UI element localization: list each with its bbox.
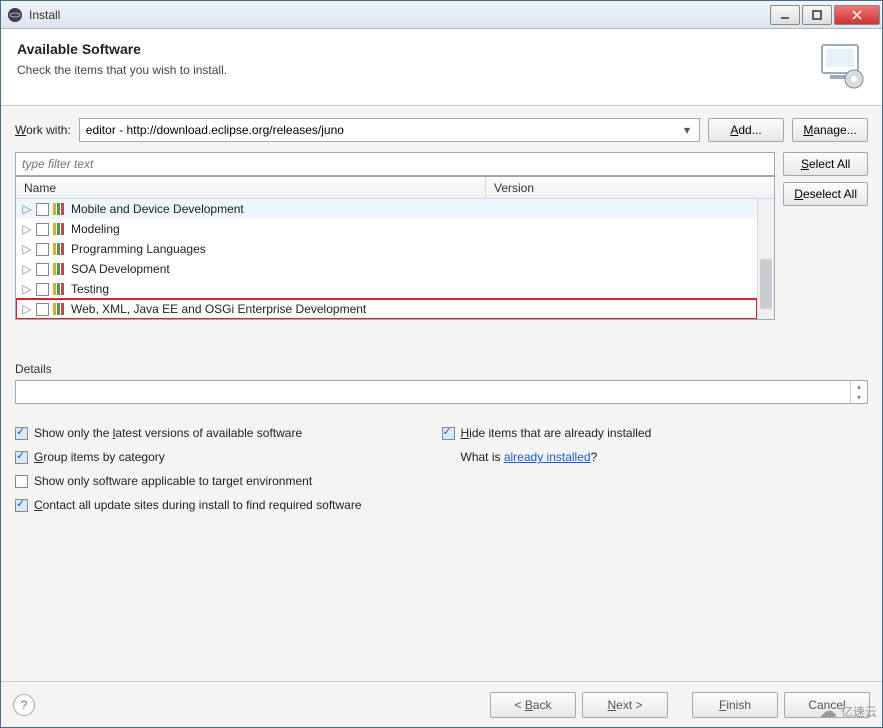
column-version[interactable]: Version <box>486 181 774 195</box>
work-with-combo[interactable]: ▾ <box>79 118 700 142</box>
what-is-label: What is already installed? <box>461 450 598 464</box>
page-subtitle: Check the items that you wish to install… <box>17 63 816 77</box>
item-checkbox[interactable] <box>36 203 49 216</box>
expand-icon[interactable]: ▷ <box>22 304 32 314</box>
expand-icon[interactable]: ▷ <box>22 224 32 234</box>
minimize-button[interactable] <box>770 5 800 25</box>
group-label: Group items by category <box>34 450 165 464</box>
item-checkbox[interactable] <box>36 303 49 316</box>
add-button[interactable]: Add... <box>708 118 784 142</box>
watermark: ☁亿速云 <box>819 701 877 722</box>
applicable-checkbox[interactable] <box>15 475 28 488</box>
details-box[interactable]: ▴▾ <box>15 380 868 404</box>
group-checkbox[interactable] <box>15 451 28 464</box>
work-with-label: Work with: <box>15 123 71 137</box>
software-tree[interactable]: Name Version ▷ Mobile and Device Developm… <box>15 176 775 320</box>
deselect-all-button[interactable]: Deselect All <box>783 182 868 206</box>
hide-label: Hide items that are already installed <box>461 426 652 440</box>
item-label: Testing <box>71 282 109 296</box>
help-button[interactable]: ? <box>13 694 35 716</box>
back-button[interactable]: < Back <box>490 692 576 718</box>
already-installed-link[interactable]: already installed <box>504 450 591 464</box>
eclipse-icon <box>7 7 23 23</box>
tree-body[interactable]: ▷Mobile and Device Development▷Modeling▷… <box>16 199 757 319</box>
page-title: Available Software <box>17 41 816 57</box>
window-title: Install <box>29 8 770 22</box>
applicable-label: Show only software applicable to target … <box>34 474 312 488</box>
item-label: Modeling <box>71 222 120 236</box>
vertical-scrollbar[interactable] <box>757 199 774 319</box>
manage-button[interactable]: Manage... <box>792 118 868 142</box>
tree-item[interactable]: ▷ Modeling <box>16 219 757 239</box>
scrollbar-thumb[interactable] <box>760 259 772 309</box>
dropdown-arrow-icon[interactable]: ▾ <box>679 123 695 137</box>
tree-item[interactable]: ▷ Mobile and Device Development <box>16 199 757 219</box>
tree-item[interactable]: ▷ Testing <box>16 279 757 299</box>
select-all-button[interactable]: Select All <box>783 152 868 176</box>
contact-checkbox[interactable] <box>15 499 28 512</box>
item-checkbox[interactable] <box>36 223 49 236</box>
category-icon <box>53 283 67 295</box>
item-label: Web, XML, Java EE and OSGi Enterprise De… <box>71 302 366 316</box>
latest-checkbox[interactable] <box>15 427 28 440</box>
expand-icon[interactable]: ▷ <box>22 264 32 274</box>
item-checkbox[interactable] <box>36 263 49 276</box>
install-image-icon <box>816 41 866 91</box>
spin-up-icon[interactable]: ▴ <box>851 381 867 392</box>
spin-down-icon[interactable]: ▾ <box>851 392 867 403</box>
tree-item[interactable]: ▷ Programming Languages <box>16 239 757 259</box>
titlebar[interactable]: Install <box>1 1 882 29</box>
category-icon <box>53 263 67 275</box>
hide-checkbox[interactable] <box>442 427 455 440</box>
tree-item[interactable]: ▷ SOA Development <box>16 259 757 279</box>
contact-label: Contact all update sites during install … <box>34 498 362 512</box>
tree-item[interactable]: ▷ Web, XML, Java EE and OSGi Enterprise D… <box>16 299 757 319</box>
button-bar: ? < Back Next > Finish Cancel <box>1 681 882 727</box>
expand-icon[interactable]: ▷ <box>22 244 32 254</box>
category-icon <box>53 303 67 315</box>
expand-icon[interactable]: ▷ <box>22 284 32 294</box>
dialog-header: Available Software Check the items that … <box>1 29 882 106</box>
category-icon <box>53 243 67 255</box>
details-label: Details <box>15 362 868 376</box>
item-label: Programming Languages <box>71 242 206 256</box>
latest-label: Show only the latest versions of availab… <box>34 426 302 440</box>
filter-input[interactable] <box>15 152 775 176</box>
work-with-input[interactable] <box>84 122 679 138</box>
item-label: SOA Development <box>71 262 170 276</box>
column-name[interactable]: Name <box>16 177 486 198</box>
install-dialog: Install Available Software Check the ite… <box>0 0 883 728</box>
close-button[interactable] <box>834 5 880 25</box>
item-checkbox[interactable] <box>36 243 49 256</box>
category-icon <box>53 203 67 215</box>
next-button[interactable]: Next > <box>582 692 668 718</box>
maximize-button[interactable] <box>802 5 832 25</box>
expand-icon[interactable]: ▷ <box>22 204 32 214</box>
tree-header: Name Version <box>16 177 774 199</box>
item-checkbox[interactable] <box>36 283 49 296</box>
item-label: Mobile and Device Development <box>71 202 244 216</box>
finish-button[interactable]: Finish <box>692 692 778 718</box>
category-icon <box>53 223 67 235</box>
